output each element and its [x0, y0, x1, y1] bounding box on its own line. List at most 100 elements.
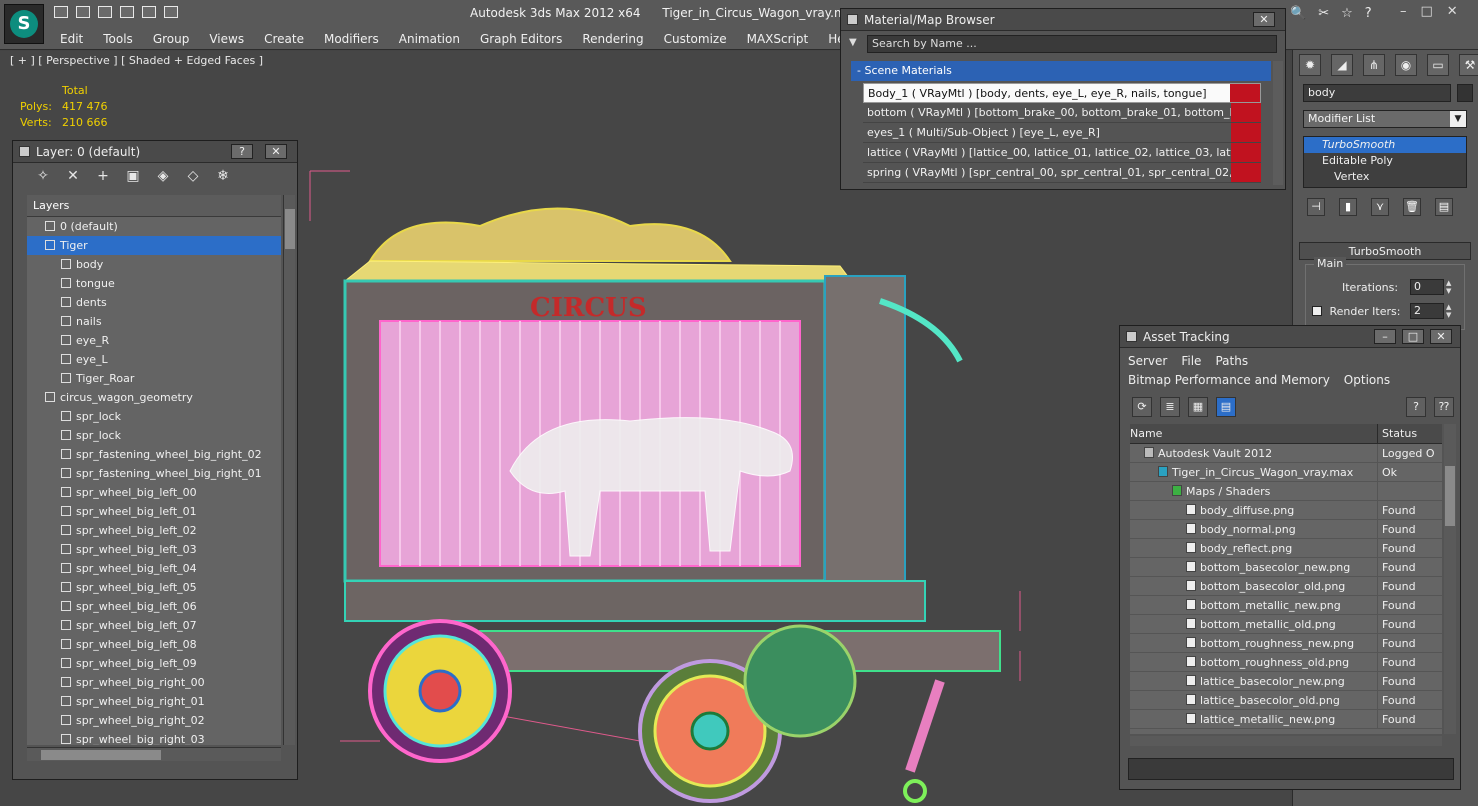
layer-list-hscrollbar[interactable] [27, 747, 281, 761]
object-name-field[interactable]: body [1303, 84, 1451, 102]
delete-layer-icon[interactable]: ✕ [65, 168, 81, 184]
motion-tab-icon[interactable]: ◉ [1395, 54, 1417, 76]
asset-row[interactable]: lattice_basecolor_old.png Found [1130, 691, 1442, 710]
close-button[interactable]: ✕ [1253, 12, 1275, 27]
asset-row[interactable]: lattice_basecolor_new.png Found [1130, 672, 1442, 691]
asset-path-field[interactable] [1128, 758, 1454, 780]
modify-tab-icon[interactable]: ◢ [1331, 54, 1353, 76]
asset-row[interactable]: bottom_roughness_new.png Found [1130, 634, 1442, 653]
hierarchy-tab-icon[interactable]: ⋔ [1363, 54, 1385, 76]
create-tab-icon[interactable]: ✹ [1299, 54, 1321, 76]
save-file-icon[interactable] [76, 6, 90, 18]
name-column-header[interactable]: Name [1130, 424, 1378, 443]
highlight-layer-icon[interactable]: ◈ [155, 168, 171, 184]
layer-row[interactable]: body [27, 255, 281, 274]
spinner-arrows-icon[interactable]: ▲ ▼ [1446, 303, 1456, 319]
new-file-icon[interactable] [98, 6, 112, 18]
stack-item-editable-poly[interactable]: Editable Poly [1304, 153, 1466, 169]
close-button[interactable]: ✕ [265, 144, 287, 159]
app-menu-button[interactable]: S [4, 4, 44, 44]
layer-row[interactable]: eye_R [27, 331, 281, 350]
list-view-icon[interactable]: ≣ [1160, 397, 1180, 417]
menu-paths[interactable]: Paths [1215, 352, 1248, 371]
stack-item-turbosmooth[interactable]: TurboSmooth [1304, 137, 1466, 153]
layers-column-header[interactable]: Layers [27, 195, 281, 217]
layer-row[interactable]: spr_wheel_big_left_05 [27, 578, 281, 597]
layer-row[interactable]: spr_wheel_big_right_01 [27, 692, 281, 711]
menu-file[interactable]: File [1181, 352, 1201, 371]
render-iters-checkbox[interactable] [1312, 306, 1322, 316]
close-icon[interactable]: ✕ [1430, 329, 1452, 344]
asset-row[interactable]: bottom_basecolor_old.png Found [1130, 577, 1442, 596]
menu-group[interactable]: Group [143, 30, 200, 48]
object-color-swatch[interactable] [1457, 84, 1473, 102]
layer-row[interactable]: dents [27, 293, 281, 312]
stack-item-vertex[interactable]: Vertex [1304, 169, 1466, 185]
menu-tools[interactable]: Tools [93, 30, 143, 48]
status-column-header[interactable]: Status [1378, 424, 1417, 443]
asset-row[interactable]: lattice_metallic_new.png Found [1130, 710, 1442, 729]
menu-maxscript[interactable]: MAXScript [737, 30, 819, 48]
asset-table-hscrollbar[interactable] [1130, 736, 1442, 746]
material-browser-titlebar[interactable]: Material/Map Browser ✕ [841, 9, 1285, 31]
maximize-icon[interactable]: □ [1402, 329, 1424, 344]
layer-row[interactable]: tongue [27, 274, 281, 293]
layer-row[interactable]: 0 (default) [27, 217, 281, 236]
menu-bitmap-performance[interactable]: Bitmap Performance and Memory [1128, 371, 1330, 390]
add-to-layer-icon[interactable]: + [95, 168, 111, 184]
layer-row[interactable]: spr_wheel_big_right_03 [27, 730, 281, 745]
layer-row[interactable]: eye_L [27, 350, 281, 369]
display-tab-icon[interactable]: ▭ [1427, 54, 1449, 76]
help-icon[interactable]: ? [1365, 6, 1372, 21]
tools-icon[interactable]: ✂ [1318, 6, 1329, 21]
layer-row[interactable]: Tiger [27, 236, 281, 255]
create-layer-icon[interactable]: ✧ [35, 168, 51, 184]
layer-row[interactable]: spr_wheel_big_left_01 [27, 502, 281, 521]
layer-row[interactable]: spr_wheel_big_left_07 [27, 616, 281, 635]
asset-tracking-titlebar[interactable]: Asset Tracking – □ ✕ [1120, 326, 1460, 348]
asset-row[interactable]: bottom_metallic_new.png Found [1130, 596, 1442, 615]
layer-row[interactable]: spr_fastening_wheel_big_right_01 [27, 464, 281, 483]
modifier-list-dropdown[interactable]: Modifier List ▼ [1303, 110, 1467, 128]
layer-row[interactable]: spr_fastening_wheel_big_right_02 [27, 445, 281, 464]
menu-rendering[interactable]: Rendering [572, 30, 653, 48]
menu-views[interactable]: Views [199, 30, 254, 48]
layer-row[interactable]: Tiger_Roar [27, 369, 281, 388]
search-icon[interactable]: 🔍 [1290, 6, 1306, 21]
menu-graph-editors[interactable]: Graph Editors [470, 30, 572, 48]
asset-table-scrollbar[interactable] [1444, 424, 1456, 734]
asset-row[interactable]: bottom_metallic_old.png Found [1130, 615, 1442, 634]
layer-row[interactable]: spr_lock [27, 426, 281, 445]
menu-create[interactable]: Create [254, 30, 314, 48]
material-row[interactable]: bottom ( VRayMtl ) [bottom_brake_00, bot… [863, 103, 1261, 123]
layer-row[interactable]: spr_wheel_big_left_09 [27, 654, 281, 673]
asset-row[interactable]: body_normal.png Found [1130, 520, 1442, 539]
iterations-spinner[interactable]: 0 [1410, 279, 1444, 295]
minimize-icon[interactable]: – [1400, 4, 1407, 19]
layer-list-scrollbar[interactable] [283, 195, 295, 745]
favorites-icon[interactable]: ☆ [1341, 6, 1353, 21]
remove-modifier-icon[interactable]: 🗑 [1403, 198, 1421, 216]
freeze-all-icon[interactable]: ❄ [215, 168, 231, 184]
layer-row[interactable]: spr_wheel_big_left_04 [27, 559, 281, 578]
spinner-arrows-icon[interactable]: ▲ ▼ [1446, 279, 1456, 295]
layer-row[interactable]: spr_wheel_big_left_03 [27, 540, 281, 559]
asset-row[interactable]: body_reflect.png Found [1130, 539, 1442, 558]
layer-row[interactable]: spr_wheel_big_right_02 [27, 711, 281, 730]
asset-row[interactable]: bottom_basecolor_new.png Found [1130, 558, 1442, 577]
table-view-icon[interactable]: ▤ [1216, 397, 1236, 417]
material-list-scrollbar[interactable] [1273, 61, 1283, 185]
layer-row[interactable]: nails [27, 312, 281, 331]
material-row[interactable]: lattice ( VRayMtl ) [lattice_00, lattice… [863, 143, 1261, 163]
menu-modifiers[interactable]: Modifiers [314, 30, 389, 48]
pin-stack-icon[interactable]: ⊣ [1307, 198, 1325, 216]
scene-materials-group[interactable]: - Scene Materials [851, 61, 1271, 81]
layer-row[interactable]: spr_wheel_big_right_00 [27, 673, 281, 692]
maximize-icon[interactable]: □ [1421, 4, 1433, 19]
menu-server[interactable]: Server [1128, 352, 1167, 371]
asset-row[interactable]: Maps / Shaders [1130, 482, 1442, 501]
vault-help-icon[interactable]: ? [1406, 397, 1426, 417]
thumbnail-view-icon[interactable]: ▦ [1188, 397, 1208, 417]
layer-manager-titlebar[interactable]: Layer: 0 (default) ? ✕ [13, 141, 297, 163]
redo-icon[interactable] [142, 6, 156, 18]
